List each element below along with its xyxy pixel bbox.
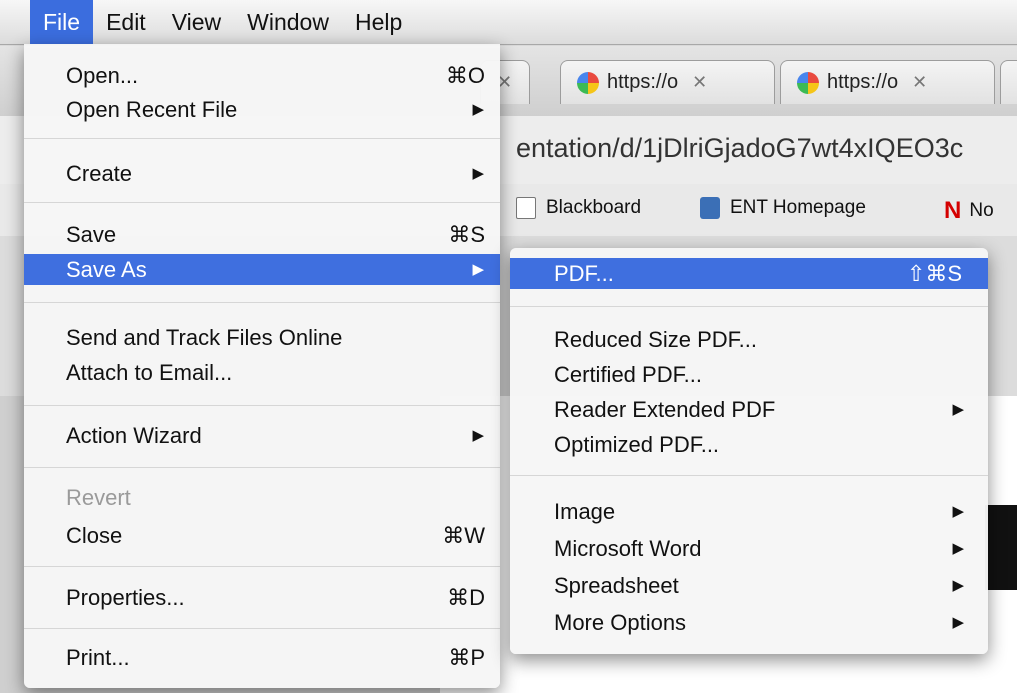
tab-new-partial[interactable] — [1000, 60, 1017, 104]
menu-item-label: Attach to Email... — [66, 360, 233, 385]
submenu-arrow-icon: ▶ — [952, 540, 964, 557]
menu-item-pdf[interactable]: PDF... ⇧⌘S — [510, 258, 988, 289]
submenu-arrow-icon: ▶ — [952, 577, 964, 594]
n-logo-icon: N — [944, 197, 962, 224]
bookmark-label: ENT Homepage — [730, 197, 866, 218]
menu-item-send-track[interactable]: Send and Track Files Online — [24, 322, 500, 353]
submenu-arrow-icon: ▶ — [472, 101, 484, 118]
shortcut: ⌘P — [448, 645, 485, 670]
menu-item-open-recent[interactable]: Open Recent File ▶ — [24, 94, 500, 125]
bookmark-blackboard[interactable]: Blackboard — [516, 197, 641, 219]
menu-item-create[interactable]: Create ▶ — [24, 158, 500, 189]
bookmark-label: Blackboard — [546, 197, 642, 218]
menu-item-revert: Revert — [24, 482, 500, 513]
bookmark-ent-homepage[interactable]: ENT Homepage — [700, 197, 866, 219]
menu-item-label: Certified PDF... — [554, 362, 702, 387]
menu-item-certified-pdf[interactable]: Certified PDF... — [510, 359, 988, 390]
save-as-submenu: PDF... ⇧⌘S Reduced Size PDF... Certified… — [510, 248, 988, 654]
tab-title: https://o — [607, 71, 679, 93]
menu-item-label: Open Recent File — [66, 97, 238, 122]
shortcut: ⌘S — [448, 222, 485, 247]
submenu-arrow-icon: ▶ — [952, 614, 964, 631]
menu-item-label: Close — [66, 523, 123, 548]
menu-item-label: Save As — [66, 257, 147, 282]
separator — [510, 306, 988, 307]
bookmark-n[interactable]: N No — [944, 197, 994, 225]
submenu-arrow-icon: ▶ — [952, 503, 964, 520]
close-tab-icon[interactable]: ✕ — [692, 72, 707, 93]
menu-item-label: Optimized PDF... — [554, 432, 720, 457]
menu-help[interactable]: Help — [342, 0, 415, 44]
menu-item-image[interactable]: Image ▶ — [510, 496, 988, 527]
separator — [24, 405, 500, 406]
separator — [24, 202, 500, 203]
menu-item-label: Properties... — [66, 585, 185, 610]
menu-edit[interactable]: Edit — [93, 0, 159, 44]
close-tab-icon[interactable]: ✕ — [912, 72, 927, 93]
menu-item-optimized-pdf[interactable]: Optimized PDF... — [510, 429, 988, 460]
shield-icon — [700, 197, 720, 219]
menu-bar: File Edit View Window Help — [0, 0, 1017, 45]
file-menu: Open... ⌘O Open Recent File ▶ Create ▶ S… — [24, 44, 500, 688]
menu-item-label: PDF... — [554, 261, 614, 286]
menu-item-label: Reduced Size PDF... — [554, 327, 757, 352]
submenu-arrow-icon: ▶ — [472, 165, 484, 182]
menu-window[interactable]: Window — [234, 0, 342, 44]
separator — [24, 566, 500, 567]
url-text[interactable]: entation/d/1jDlriGjadoG7wt4xIQEO3c — [516, 133, 963, 164]
separator — [24, 302, 500, 303]
menu-item-microsoft-word[interactable]: Microsoft Word ▶ — [510, 533, 988, 564]
document-icon — [516, 197, 536, 219]
menu-item-save[interactable]: Save ⌘S — [24, 219, 500, 250]
menu-item-label: More Options — [554, 610, 687, 635]
submenu-arrow-icon: ▶ — [472, 261, 484, 278]
shortcut: ⇧⌘S — [906, 261, 962, 286]
menu-item-reduced-size-pdf[interactable]: Reduced Size PDF... — [510, 324, 988, 355]
menu-item-more-options[interactable]: More Options ▶ — [510, 607, 988, 638]
menu-item-label: Action Wizard — [66, 423, 202, 448]
menu-item-label: Create — [66, 161, 133, 186]
submenu-arrow-icon: ▶ — [472, 427, 484, 444]
menu-item-open[interactable]: Open... ⌘O — [24, 60, 500, 91]
separator — [24, 628, 500, 629]
shortcut: ⌘W — [442, 523, 485, 548]
menu-item-save-as[interactable]: Save As ▶ — [24, 254, 500, 285]
shortcut: ⌘D — [447, 585, 485, 610]
menu-file[interactable]: File — [30, 0, 94, 44]
menu-item-label: Microsoft Word — [554, 536, 702, 561]
menu-item-label: Spreadsheet — [554, 573, 679, 598]
menu-item-action-wizard[interactable]: Action Wizard ▶ — [24, 420, 500, 451]
menu-item-print[interactable]: Print... ⌘P — [24, 642, 500, 673]
menu-item-label: Revert — [66, 485, 131, 510]
separator — [510, 475, 988, 476]
menu-view[interactable]: View — [159, 0, 234, 44]
menu-item-label: Reader Extended PDF — [554, 397, 776, 422]
logo-mark — [985, 505, 1017, 590]
tab-2[interactable]: https://o ✕ — [780, 60, 995, 104]
menu-item-properties[interactable]: Properties... ⌘D — [24, 582, 500, 613]
separator — [24, 138, 500, 139]
submenu-arrow-icon: ▶ — [952, 401, 964, 418]
menu-item-attach-email[interactable]: Attach to Email... — [24, 357, 500, 388]
menu-item-spreadsheet[interactable]: Spreadsheet ▶ — [510, 570, 988, 601]
menu-item-label: Print... — [66, 645, 130, 670]
tab-title: https://o — [827, 71, 899, 93]
menu-item-label: Save — [66, 222, 117, 247]
menu-item-label: Open... — [66, 63, 139, 88]
shortcut: ⌘O — [445, 63, 485, 88]
menu-item-label: Image — [554, 499, 616, 524]
menu-item-label: Send and Track Files Online — [66, 325, 343, 350]
separator — [24, 467, 500, 468]
menu-item-reader-extended-pdf[interactable]: Reader Extended PDF ▶ — [510, 394, 988, 425]
bookmark-label: No — [969, 200, 994, 221]
favicon-icon — [797, 71, 819, 94]
favicon-icon — [577, 71, 599, 94]
tab-1[interactable]: https://o ✕ — [560, 60, 775, 104]
menu-item-close[interactable]: Close ⌘W — [24, 520, 500, 551]
